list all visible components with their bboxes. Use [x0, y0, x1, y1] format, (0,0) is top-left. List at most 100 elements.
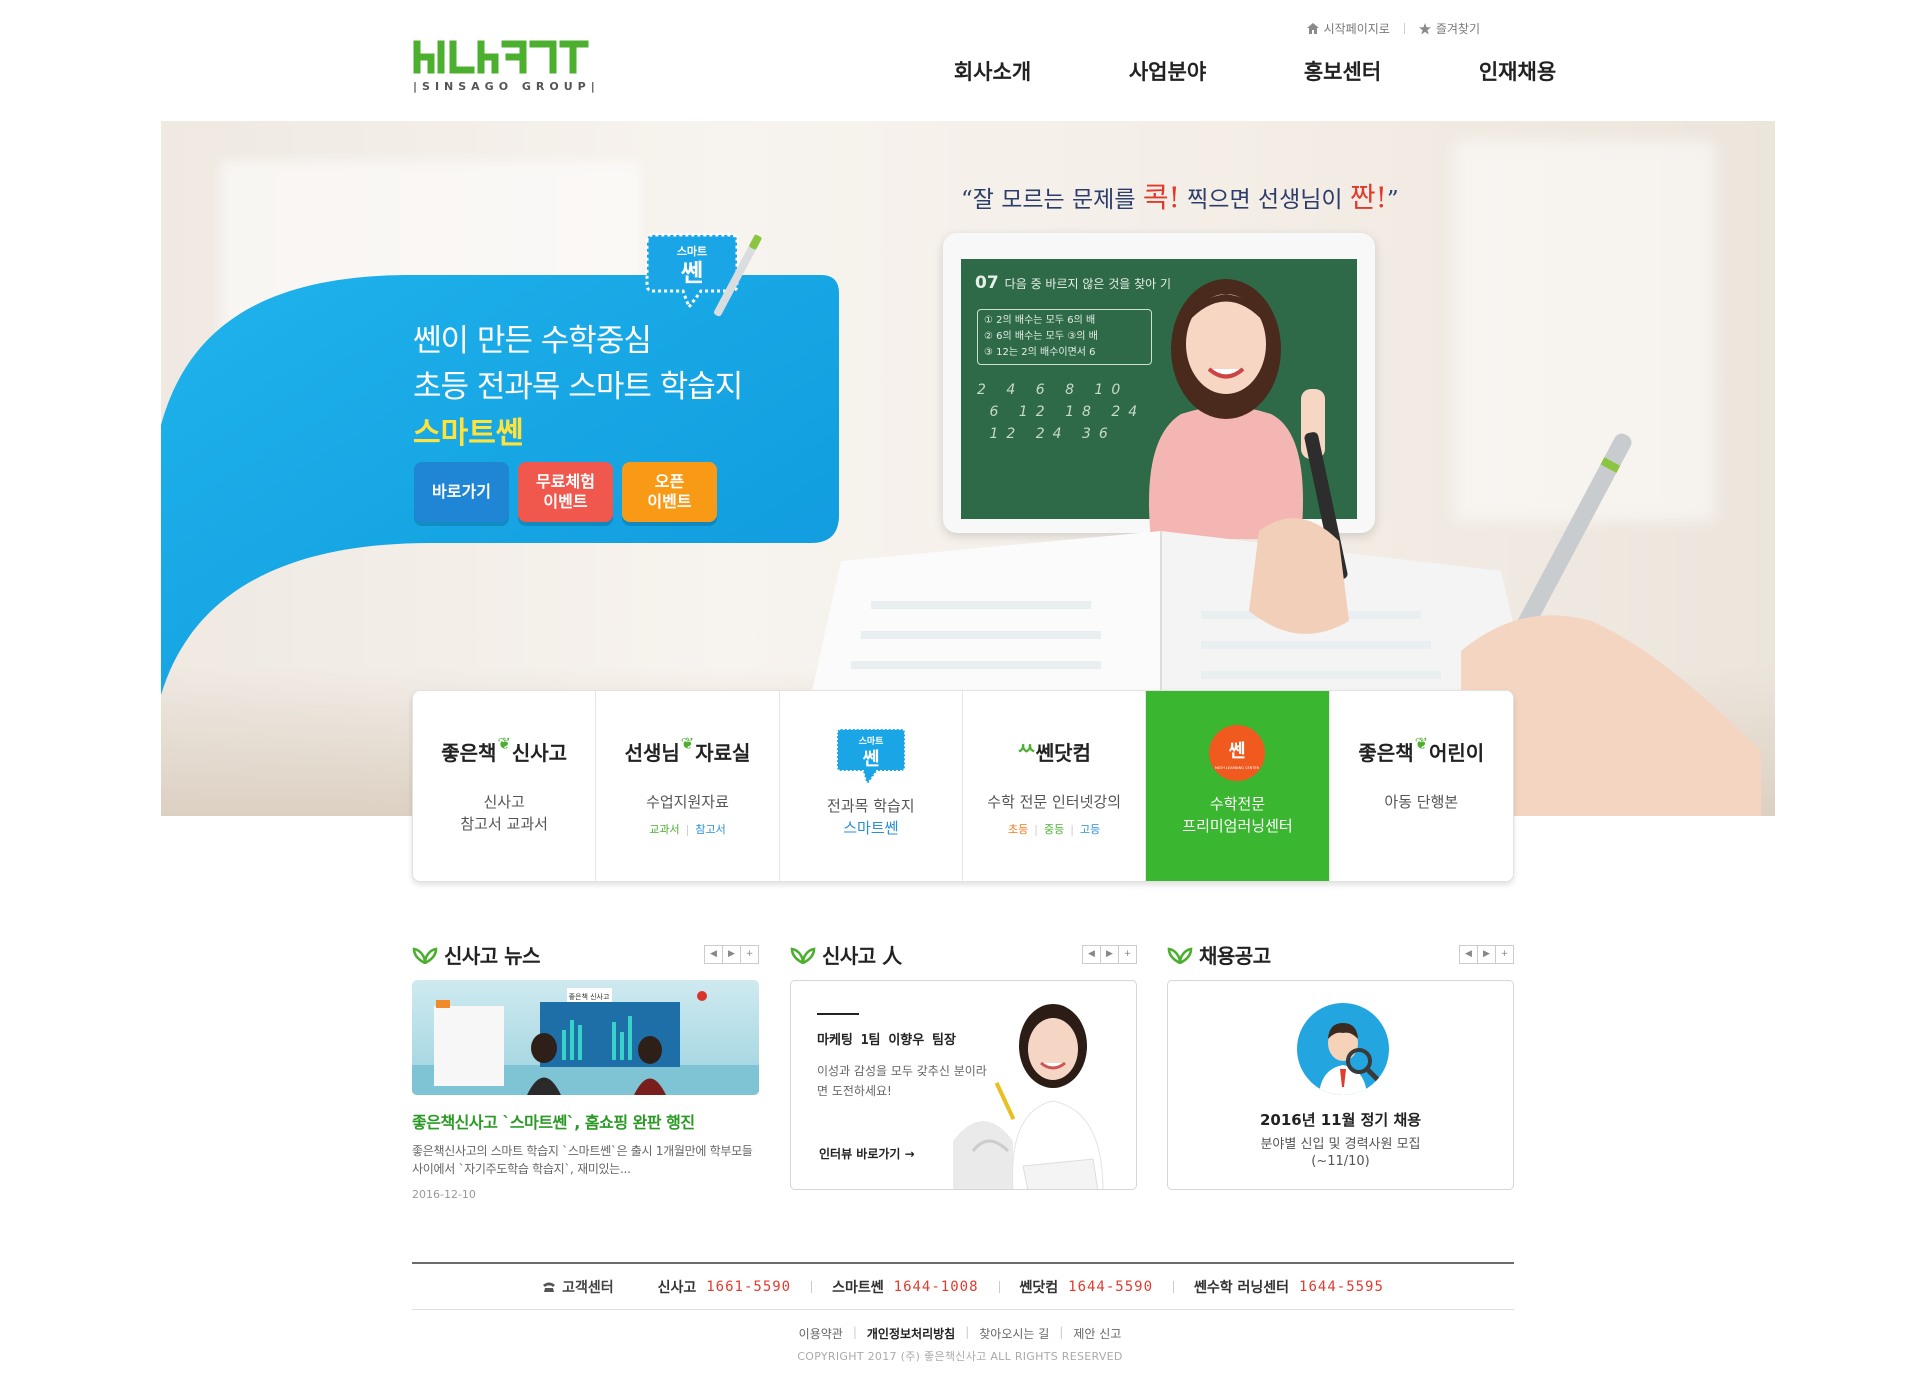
people-section: 신사고 人 ◀ ▶ + 마케팅 1팀 이향우 팀장 이성과 감성을 모두 갖추신…: [790, 942, 1137, 1190]
leaf-icon: ❦: [497, 733, 511, 753]
favorites-label: 즐겨찾기: [1435, 22, 1480, 36]
svg-text:스마트: 스마트: [858, 735, 884, 747]
card-learning-center[interactable]: 쎈 MATH LEARNING CENTER 수학전문 프리미엄러닝센터: [1146, 691, 1330, 881]
interview-link[interactable]: 인터뷰 바로가기 →: [819, 1145, 915, 1162]
directions-link[interactable]: 찾아오시는 길: [979, 1325, 1049, 1342]
news-date: 2016-12-10: [412, 1188, 476, 1201]
terms-link[interactable]: 이용약관: [799, 1325, 843, 1342]
hero-line-1: 쎈이 만든 수학중심: [413, 323, 652, 359]
home-icon: [1306, 23, 1319, 34]
link-middle[interactable]: 중등: [1044, 821, 1064, 837]
leaf-icon: ❦: [1414, 733, 1428, 753]
favorites-link[interactable]: 즐겨찾기: [1418, 20, 1480, 37]
news-thumbnail[interactable]: 좋은책 신사고: [412, 980, 759, 1095]
card-ssen-dotcom[interactable]: ᄊ 쎈닷컴 수학 전문 인터넷강의 초등 | 중등 | 고등: [963, 691, 1147, 881]
card-desc: 수학 전문 인터넷강의: [987, 793, 1122, 811]
next-button[interactable]: ▶: [1477, 944, 1496, 964]
free-trial-event-button[interactable]: 무료체험 이벤트: [518, 462, 613, 522]
news-headline[interactable]: 좋은책신사고 `스마트쎈`, 홈쇼핑 완판 행진: [412, 1109, 759, 1133]
smart-ssen-logo: 스마트 쎈: [835, 728, 906, 788]
recruit-desc: 분야별 신입 및 경력사원 모집: [1260, 1137, 1421, 1152]
nav-recruit[interactable]: 인재채용: [1430, 56, 1605, 86]
next-button[interactable]: ▶: [722, 944, 741, 964]
contact-learning-center: 쎈수학 러닝센터 1644-5595: [1194, 1278, 1384, 1296]
star-icon: [1418, 22, 1431, 34]
contact-smart-ssen: 스마트쎈 1644-1008: [832, 1278, 979, 1296]
card-desc: 수업지원자료: [646, 793, 729, 811]
section-controls: ◀ ▶ +: [1082, 944, 1137, 964]
prev-button[interactable]: ◀: [704, 944, 723, 964]
link-reference[interactable]: 참고서: [695, 821, 725, 837]
card-smart-ssen[interactable]: 스마트 쎈 전과목 학습지 스마트쎈: [780, 691, 963, 881]
nav-business[interactable]: 사업분야: [1080, 56, 1255, 86]
more-button[interactable]: +: [740, 944, 759, 964]
hero-buttons: 바로가기 무료체험 이벤트 오픈 이벤트: [414, 462, 717, 522]
hero-line-2: 초등 전과목 스마트 학습지: [413, 369, 743, 405]
copyright: COPYRIGHT 2017 (주) 좋은책신사고 ALL RIGHTS RES…: [797, 1350, 1123, 1363]
card-sinsago[interactable]: 좋은책 ❦ 신사고 신사고 참고서 교과서: [413, 691, 597, 881]
card-desc: 수학전문 프리미엄러닝센터: [1182, 795, 1293, 835]
logo-subtitle: |SINSAGO GROUP|: [413, 80, 600, 93]
svg-text:쎈: 쎈: [681, 259, 703, 287]
customer-center: 고객센터 신사고 1661-5590 스마트쎈 1644-1008 쎈닷컴 1644-…: [412, 1264, 1514, 1310]
svg-text:쎈: 쎈: [1229, 741, 1246, 762]
people-card: 마케팅 1팀 이향우 팀장 이성과 감성을 모두 갖추신 분이라면 도전하세요!…: [790, 980, 1137, 1190]
accent-bar: [817, 1013, 859, 1015]
footer-links: 이용약관 | 개인정보처리방침 | 찾아오시는 길 | 제안 신고: [798, 1325, 1122, 1342]
next-button[interactable]: ▶: [1100, 944, 1119, 964]
privacy-link[interactable]: 개인정보처리방침: [867, 1325, 955, 1342]
main-nav: 회사소개 사업분야 홍보센터 인재채용: [905, 56, 1605, 86]
recruit-card[interactable]: 2016년 11월 정기 채용 분야별 신입 및 경력사원 모집 (~11/10…: [1167, 980, 1514, 1190]
prev-button[interactable]: ◀: [1459, 944, 1478, 964]
hand-with-pen: [1249, 432, 1349, 634]
section-controls: ◀ ▶ +: [704, 944, 759, 964]
recruit-avatar: [1297, 1003, 1389, 1095]
employee-name: 마케팅 1팀 이향우 팀장: [817, 1033, 956, 1048]
section-controls: ◀ ▶ +: [1459, 944, 1514, 964]
start-page-link[interactable]: 시작페이지로: [1306, 20, 1390, 37]
go-button[interactable]: 바로가기: [414, 462, 509, 522]
employee-photo: [953, 1004, 1104, 1189]
card-kids-books[interactable]: 좋은책 ❦ 어린이 아동 단행본: [1330, 691, 1513, 881]
news-photo: 좋은책 신사고: [412, 988, 759, 1095]
card-links: 교과서 | 참고서: [649, 821, 726, 837]
card-teacher-resources[interactable]: 선생님 ❦ 자료실 수업지원자료 교과서 | 참고서: [596, 691, 780, 881]
prev-button[interactable]: ◀: [1082, 944, 1101, 964]
section-title: 신사고 뉴스: [444, 943, 540, 968]
card-title: 좋은책 ❦ 신사고: [441, 733, 568, 765]
recruit-period: (~11/10): [1311, 1154, 1370, 1169]
phone-icon: [543, 1282, 556, 1292]
link-elementary[interactable]: 초등: [1008, 821, 1028, 837]
cs-label: 고객센터: [542, 1277, 614, 1297]
nav-company[interactable]: 회사소개: [905, 56, 1080, 86]
divider: [1403, 23, 1405, 34]
nav-pr-center[interactable]: 홍보센터: [1255, 56, 1430, 86]
leaf-icon: [412, 947, 438, 964]
smart-ssen-badge: 스마트 쎈: [645, 233, 762, 317]
card-desc: 신사고 참고서 교과서: [460, 793, 548, 833]
report-link[interactable]: 제안 신고: [1073, 1325, 1121, 1342]
more-button[interactable]: +: [1495, 944, 1514, 964]
learning-center-logo: 쎈 MATH LEARNING CENTER: [1209, 725, 1266, 781]
card-links: 초등 | 중등 | 고등: [1008, 821, 1101, 837]
svg-text:스마트: 스마트: [677, 244, 707, 258]
hero-copy: 쎈이 만든 수학중심 초등 전과목 스마트 학습지 스마트쎈: [413, 318, 743, 456]
ssen-dotcom-logo: ᄊ 쎈닷컴: [1017, 740, 1091, 765]
news-body: 좋은책신사고의 스마트 학습지 `스마트쎈`은 출시 1개월만에 학부모들 사이…: [412, 1144, 753, 1176]
card-title: 선생님 ❦ 자료실: [624, 733, 751, 765]
card-title: 좋은책 ❦ 어린이: [1358, 733, 1485, 765]
more-button[interactable]: +: [1118, 944, 1137, 964]
open-event-button[interactable]: 오픈 이벤트: [622, 462, 717, 522]
link-textbook[interactable]: 교과서: [649, 821, 679, 837]
logo[interactable]: |SINSAGO GROUP|: [413, 40, 603, 96]
logo-mark: [413, 40, 589, 74]
section-title: 채용공고: [1199, 943, 1271, 968]
link-high[interactable]: 고등: [1080, 821, 1100, 837]
svg-text:MATH LEARNING CENTER: MATH LEARNING CENTER: [1215, 766, 1260, 770]
person-search-icon: [1319, 1023, 1382, 1095]
recruit-section: 채용공고 ◀ ▶ + 2016년 11월 정기 채용 분야별 신입 및 경력사원…: [1167, 942, 1514, 1190]
news-section: 신사고 뉴스 ◀ ▶ + 좋은책 신사고 좋은책신사고 `스마트쎈`, 홈쇼핑 …: [412, 942, 759, 1201]
section-title: 신사고 人: [822, 943, 902, 968]
start-page-label: 시작페이지로: [1323, 22, 1390, 36]
leaf-icon: [1167, 947, 1193, 964]
